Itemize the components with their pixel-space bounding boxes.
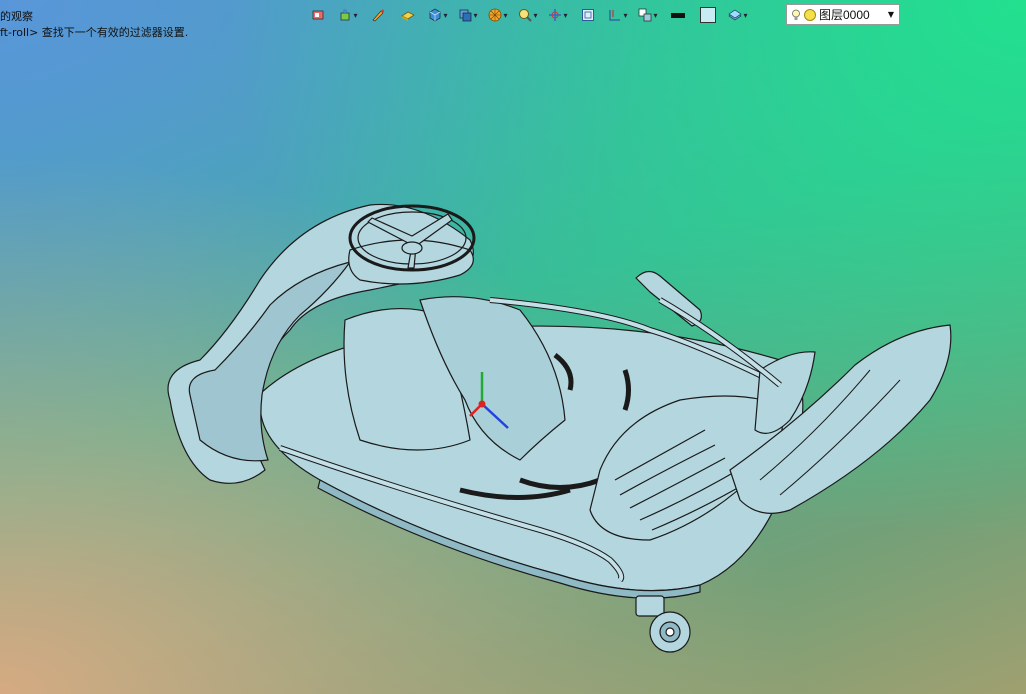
steering-hub xyxy=(401,241,423,255)
graphics-viewport[interactable]: 的观察 ft-roll> 查找下一个有效的过滤器设置. ▾ ▾ ▾ ▾ ▾ ▾ xyxy=(0,0,1026,694)
caster-bracket xyxy=(635,595,665,617)
go-kart-model[interactable] xyxy=(0,0,1026,694)
